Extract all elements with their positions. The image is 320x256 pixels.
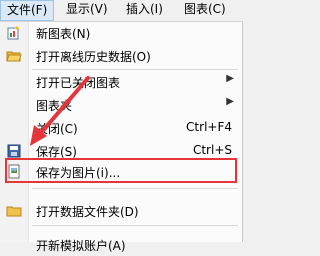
menu-view[interactable]: 显示(V) bbox=[60, 0, 114, 20]
submenu-arrow-icon: ▶ bbox=[226, 96, 234, 107]
menu-separator bbox=[32, 225, 238, 226]
menu-bar: 文件(F) 显示(V) 插入(I) 图表(C) bbox=[0, 0, 243, 22]
menu-item-new-chart[interactable]: 新图表(N) bbox=[0, 22, 242, 44]
menu-item-label: 开新模拟账户(A) bbox=[36, 239, 126, 253]
menu-item-label: 新图表(N) bbox=[36, 27, 91, 41]
menu-item-open-demo-account[interactable]: 开新模拟账户(A) bbox=[0, 234, 242, 256]
menu-file[interactable]: 文件(F) bbox=[0, 0, 55, 21]
menu-insert[interactable]: 插入(I) bbox=[120, 0, 169, 20]
menu-item-open-data-folder[interactable]: 打开数据文件夹(D) bbox=[0, 200, 242, 222]
menu-item-reopen-closed[interactable]: 打开已关闭图表 ▶ bbox=[0, 71, 242, 93]
menu-separator bbox=[32, 188, 238, 189]
highlight-rectangle bbox=[5, 158, 237, 183]
submenu-arrow-icon: ▶ bbox=[226, 73, 234, 84]
save-icon bbox=[7, 144, 21, 158]
menu-item-label: 打开已关闭图表 bbox=[36, 76, 121, 90]
folder-icon bbox=[6, 206, 22, 217]
menu-item-shortcut: Ctrl+F4 bbox=[186, 120, 232, 134]
menu-item-chart-folder[interactable]: 图表夹 ▶ bbox=[0, 94, 242, 116]
menu-item-label: 关闭(C) bbox=[36, 122, 78, 136]
folder-open-icon bbox=[6, 51, 22, 62]
menu-item-shortcut: Ctrl+S bbox=[192, 143, 232, 157]
menu-item-close[interactable]: 关闭(C) Ctrl+F4 bbox=[0, 117, 242, 139]
menu-item-open-offline[interactable]: 打开离线历史数据(O) bbox=[0, 45, 242, 67]
file-menu-dropdown: 新图表(N) 打开离线历史数据(O) 打开已关闭图表 ▶ 图表夹 ▶ 关闭(C)… bbox=[0, 22, 243, 253]
menu-item-label: 图表夹 bbox=[36, 99, 73, 113]
new-chart-icon bbox=[7, 26, 19, 40]
menu-separator bbox=[32, 69, 238, 70]
menu-item-label: 打开数据文件夹(D) bbox=[36, 205, 139, 219]
menu-item-label: 打开离线历史数据(O) bbox=[36, 50, 151, 64]
menu-charts[interactable]: 图表(C) bbox=[178, 0, 232, 20]
